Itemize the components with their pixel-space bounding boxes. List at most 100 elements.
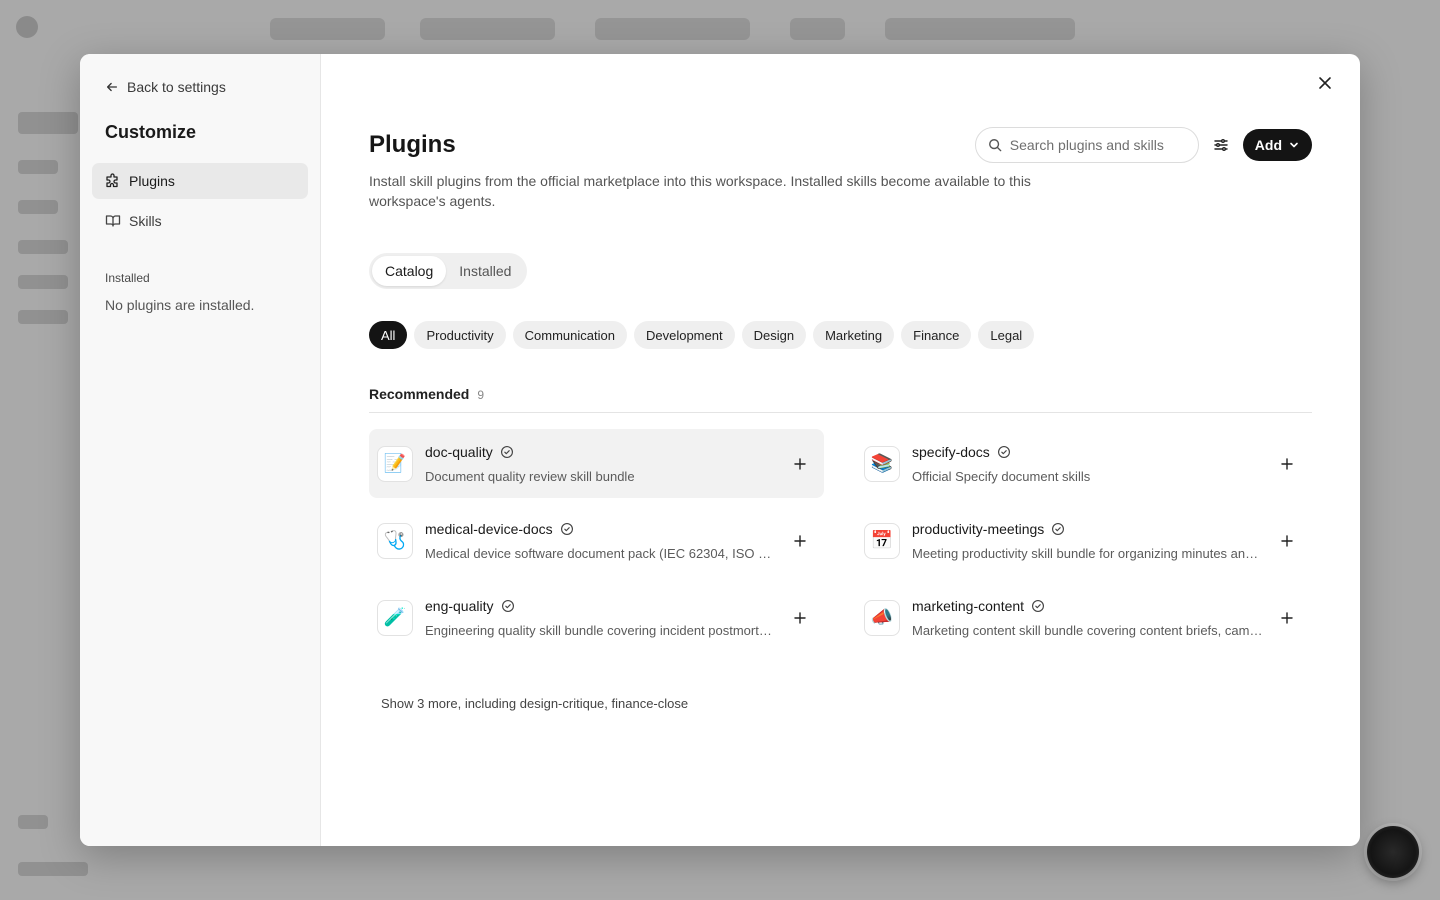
- plugin-name: specify-docs: [912, 443, 990, 460]
- plus-icon: [794, 534, 806, 547]
- plugin-name-row: eng-quality: [425, 598, 777, 614]
- install-plugin-button[interactable]: [790, 531, 810, 551]
- verified-badge-icon: [560, 522, 573, 535]
- view-tabs: Catalog Installed: [369, 253, 528, 289]
- category-filters: All Productivity Communication Developme…: [369, 321, 1312, 349]
- sliders-icon: [1214, 139, 1228, 151]
- plugin-emoji-icon: 📣: [864, 599, 900, 636]
- plugin-name-row: specify-docs: [912, 444, 1264, 460]
- customize-modal: Back to settings Customize Plugins Skill…: [80, 54, 1360, 846]
- plugin-emoji-icon: 📅: [864, 522, 900, 559]
- verified-badge-icon: [1032, 599, 1045, 612]
- plugin-name: medical-device-docs: [425, 520, 553, 537]
- plugin-card[interactable]: 📝 doc-quality Document quality review sk…: [369, 429, 824, 498]
- plugin-card[interactable]: 📅 productivity-meetings Meeting producti…: [856, 506, 1311, 575]
- plugin-card[interactable]: 🩺 medical-device-docs Medical device sof…: [369, 506, 824, 575]
- modal-main: Plugins Add Install skill plugins from t…: [321, 54, 1360, 846]
- add-button[interactable]: Add: [1242, 129, 1312, 161]
- modal-sidebar: Back to settings Customize Plugins Skill…: [80, 54, 321, 846]
- close-button[interactable]: [1314, 72, 1336, 94]
- sidebar-item-label: Skills: [129, 213, 162, 229]
- category-chip-design[interactable]: Design: [741, 321, 807, 349]
- verified-badge-icon: [500, 445, 513, 458]
- plugin-card-body: eng-quality Engineering quality skill bu…: [425, 598, 777, 638]
- sidebar-item-label: Plugins: [129, 173, 175, 189]
- add-button-label: Add: [1254, 137, 1282, 153]
- category-chip-communication[interactable]: Communication: [512, 321, 627, 349]
- category-chip-finance[interactable]: Finance: [901, 321, 972, 349]
- recommended-section-header: Recommended 9: [369, 386, 1312, 413]
- chevron-down-icon: [1290, 142, 1298, 148]
- install-plugin-button[interactable]: [790, 454, 810, 474]
- plugin-emoji-icon: 📚: [864, 445, 900, 482]
- plugin-description: Engineering quality skill bundle coverin…: [425, 622, 777, 638]
- installed-section-label: Installed: [105, 271, 150, 285]
- install-plugin-button[interactable]: [790, 608, 810, 628]
- plugin-name: eng-quality: [425, 597, 494, 614]
- assistant-fab-button[interactable]: [1367, 826, 1419, 878]
- plugin-emoji-icon: 📝: [377, 445, 413, 482]
- plus-icon: [1281, 611, 1293, 624]
- plugin-card-body: productivity-meetings Meeting productivi…: [912, 521, 1264, 561]
- back-to-settings-label: Back to settings: [127, 79, 226, 95]
- section-title: Recommended: [369, 386, 470, 402]
- installed-empty-text: No plugins are installed.: [105, 297, 255, 313]
- section-count: 9: [477, 388, 485, 402]
- plugin-description: Official Specify document skills: [912, 468, 1091, 484]
- book-icon: [105, 215, 121, 227]
- arrow-left-icon: [106, 82, 118, 92]
- show-more-link[interactable]: Show 3 more, including design-critique, …: [381, 696, 688, 711]
- page-title: Plugins: [369, 131, 456, 158]
- plugin-card-body: marketing-content Marketing content skil…: [912, 598, 1264, 638]
- plugin-card-body: medical-device-docs Medical device softw…: [425, 521, 777, 561]
- plugin-grid: 📝 doc-quality Document quality review sk…: [369, 429, 1312, 652]
- plugin-card[interactable]: 📣 marketing-content Marketing content sk…: [856, 583, 1311, 652]
- category-chip-all[interactable]: All: [369, 321, 408, 349]
- plugin-emoji-icon: 🧪: [377, 599, 413, 636]
- header-row: Plugins Add: [369, 127, 1312, 163]
- tab-catalog[interactable]: Catalog: [372, 256, 447, 286]
- plus-icon: [1281, 534, 1293, 547]
- sidebar-nav: Plugins Skills: [92, 163, 308, 239]
- plugin-name: doc-quality: [425, 443, 493, 460]
- search-input[interactable]: [1009, 137, 1180, 153]
- close-icon: [1319, 77, 1331, 89]
- plugin-card[interactable]: 📚 specify-docs Official Specify document…: [856, 429, 1311, 498]
- category-chip-legal[interactable]: Legal: [978, 321, 1035, 349]
- verified-badge-icon: [1052, 522, 1065, 535]
- search-icon: [988, 139, 1002, 152]
- sidebar-item-skills[interactable]: Skills: [92, 203, 308, 239]
- plugin-name: productivity-meetings: [912, 520, 1045, 537]
- plus-icon: [794, 611, 806, 624]
- plugin-name-row: medical-device-docs: [425, 521, 777, 537]
- plugin-emoji-icon: 🩺: [377, 522, 413, 559]
- plugin-description: Document quality review skill bundle: [425, 468, 635, 484]
- plugin-name: marketing-content: [912, 597, 1025, 614]
- plugin-card-body: specify-docs Official Specify document s…: [912, 444, 1264, 484]
- header-actions: Add: [974, 127, 1312, 163]
- plugin-card[interactable]: 🧪 eng-quality Engineering quality skill …: [369, 583, 824, 652]
- plugin-name-row: doc-quality: [425, 444, 777, 460]
- back-to-settings-link[interactable]: Back to settings: [92, 78, 308, 96]
- puzzle-icon: [106, 173, 118, 188]
- search-box[interactable]: [974, 127, 1199, 163]
- plugin-description: Medical device software document pack (I…: [425, 545, 777, 561]
- plugin-description: Marketing content skill bundle covering …: [912, 622, 1264, 638]
- plugin-description: Meeting productivity skill bundle for or…: [912, 545, 1264, 561]
- category-chip-productivity[interactable]: Productivity: [414, 321, 506, 349]
- tab-installed[interactable]: Installed: [446, 256, 524, 286]
- verified-badge-icon: [501, 599, 514, 612]
- plus-icon: [1281, 457, 1293, 470]
- filter-button[interactable]: [1199, 127, 1243, 163]
- sidebar-item-plugins[interactable]: Plugins: [92, 163, 308, 199]
- install-plugin-button[interactable]: [1277, 454, 1297, 474]
- plus-icon: [794, 457, 806, 470]
- verified-badge-icon: [997, 445, 1010, 458]
- install-plugin-button[interactable]: [1277, 608, 1297, 628]
- plugin-card-body: doc-quality Document quality review skil…: [425, 444, 777, 484]
- category-chip-development[interactable]: Development: [633, 321, 735, 349]
- install-plugin-button[interactable]: [1277, 531, 1297, 551]
- page-description: Install skill plugins from the official …: [369, 173, 1031, 209]
- plugin-name-row: marketing-content: [912, 598, 1264, 614]
- category-chip-marketing[interactable]: Marketing: [813, 321, 895, 349]
